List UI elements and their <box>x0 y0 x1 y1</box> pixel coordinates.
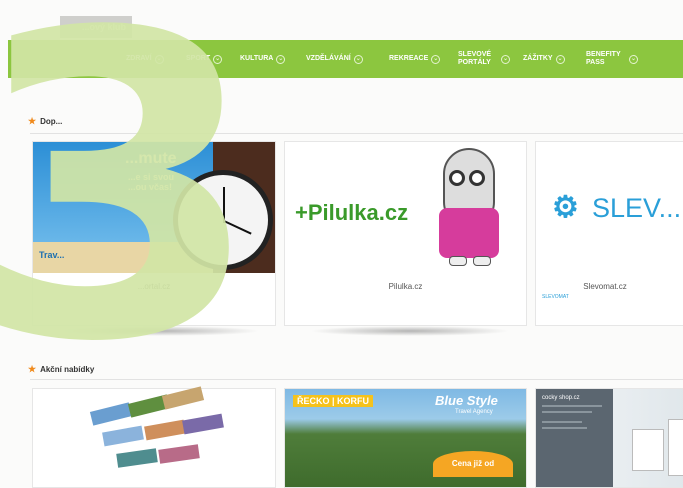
blue-style-logo: Blue Style <box>435 393 498 408</box>
brochure-image <box>161 386 205 410</box>
text-line <box>542 411 592 413</box>
banner-image: ...mute ...e si svou ...ou včas! Trav... <box>33 142 275 273</box>
pill-mascot-icon <box>435 148 505 268</box>
section-recommended-title: ★ Dop... <box>28 116 63 126</box>
chevron-down-icon: ⌄ <box>629 54 638 64</box>
card-slevomat[interactable]: ⚙ SLEV... Slevomat.cz SLEVOMAT <box>535 141 683 326</box>
nav-item-rekreace[interactable]: REKREACE ⌄ <box>389 40 441 78</box>
brochure-image <box>102 425 144 447</box>
text-line <box>542 405 602 407</box>
slevomat-small-logo: SLEVOMAT <box>542 294 569 300</box>
clock-hand <box>223 220 252 235</box>
text-line <box>542 421 582 423</box>
card-caption: Pilulka.cz <box>388 282 423 291</box>
card-travel-portal[interactable]: ...mute ...e si svou ...ou včas! Trav...… <box>32 141 276 326</box>
clock-icon <box>173 170 273 270</box>
destination-tag: ŘECKO | KORFU <box>293 395 374 407</box>
card-shadow <box>60 326 260 336</box>
price-badge: Cena již od <box>433 451 513 477</box>
chevron-down-icon: ⌄ <box>555 54 565 64</box>
banner-subtext: ...e si svou ...ou včas! <box>128 172 175 192</box>
nav-item-zdravi[interactable]: ZDRAVÍ ⌄ <box>126 40 164 78</box>
card-offer-blue-style[interactable]: ŘECKO | KORFU Blue Style Travel Agency C… <box>284 388 527 488</box>
card-offer-cocky-shop[interactable]: cocky shop.cz <box>535 388 683 488</box>
card-caption: ...ortal.cz <box>137 282 171 291</box>
nav-item-sport[interactable]: SPORT ⌄ <box>186 40 223 78</box>
card-caption: Slevomat.cz <box>583 282 627 291</box>
nav-item-kultura[interactable]: KULTURA ⌄ <box>240 40 286 78</box>
display-stand <box>668 419 683 476</box>
display-stand <box>632 429 664 471</box>
banner-headline: ...mute <box>125 150 177 167</box>
chevron-down-icon: ⌄ <box>154 54 164 64</box>
nav-item-vzdelavani[interactable]: VZDĚLÁVÁNÍ ⌄ <box>306 40 363 78</box>
star-icon: ★ <box>28 364 37 374</box>
club-tab[interactable]: ...ový klub <box>60 16 132 38</box>
main-nav: ZDRAVÍ ⌄ SPORT ⌄ KULTURA ⌄ VZDĚLÁVÁNÍ ⌄ REKR… <box>8 40 683 78</box>
slevomat-logo: SLEV... <box>592 193 682 223</box>
brochure-image <box>158 444 200 464</box>
chevron-down-icon: ⌄ <box>276 54 286 64</box>
section-offers-title: ★ Akční nabídky <box>28 364 95 374</box>
text-line <box>542 427 587 429</box>
star-icon: ★ <box>28 116 37 126</box>
chevron-down-icon: ⌄ <box>213 54 223 64</box>
clock-hand <box>223 187 225 223</box>
card-pilulka[interactable]: +Pilulka.cz Pilulka.cz <box>284 141 527 326</box>
nav-item-slevove-portaly[interactable]: SLEVOVÉ PORTÁLY ⌄ <box>458 40 518 78</box>
brochure-image <box>144 419 186 441</box>
nav-item-benefity-pass[interactable]: BENEFITY PASS ⌄ <box>586 40 646 78</box>
card-offer-brochures[interactable] <box>32 386 276 488</box>
chevron-down-icon: ⌄ <box>501 54 510 64</box>
pilulka-logo: +Pilulka.cz <box>295 200 409 225</box>
brochure-image <box>182 413 224 435</box>
chevron-down-icon: ⌄ <box>353 54 363 64</box>
divider <box>30 133 683 134</box>
cocky-shop-logo: cocky shop.cz <box>542 395 580 401</box>
chevron-down-icon: ⌄ <box>431 54 441 64</box>
nav-item-zazitky[interactable]: ZÁŽITKY ⌄ <box>523 40 565 78</box>
divider <box>30 379 683 380</box>
brochure-image <box>116 448 158 468</box>
blue-style-subtitle: Travel Agency <box>455 409 493 415</box>
travel-logo: Trav... <box>39 250 65 260</box>
brochure-image <box>89 402 133 426</box>
gear-icon: ⚙ <box>552 191 579 224</box>
card-shadow <box>310 326 510 336</box>
